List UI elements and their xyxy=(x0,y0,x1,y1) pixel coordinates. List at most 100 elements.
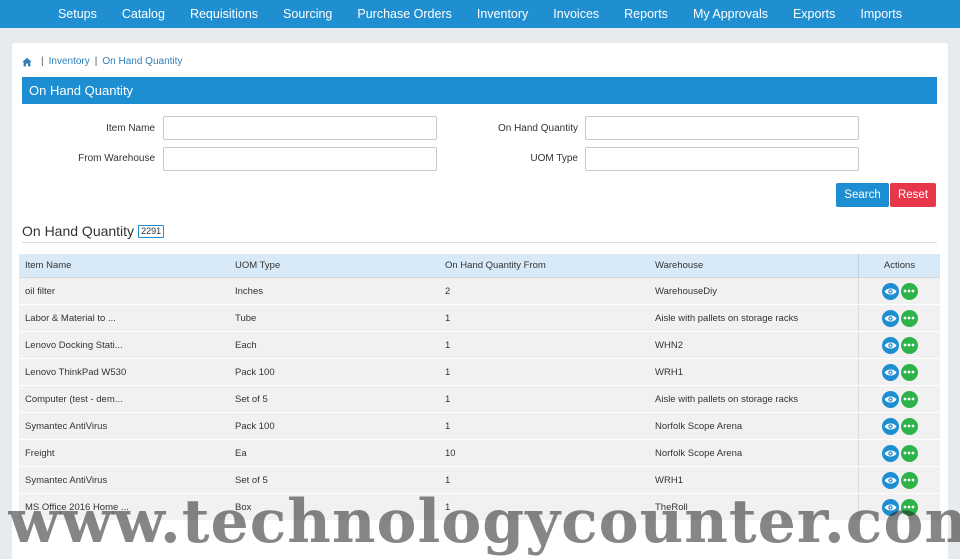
cell-item-name: oil filter xyxy=(25,285,56,297)
more-dots-icon[interactable] xyxy=(900,417,918,435)
table-row[interactable]: Labor & Material to ... Tube 1 Aisle with p… xyxy=(19,305,940,332)
cell-warehouse: Aisle with pallets on storage racks xyxy=(655,393,799,405)
list-title: On Hand Quantity 2291 xyxy=(22,223,165,239)
row-actions xyxy=(858,278,940,304)
count-badge: 2291 xyxy=(138,224,165,238)
eye-icon[interactable] xyxy=(881,417,899,435)
cell-on-hand-quantity: 1 xyxy=(445,474,451,486)
eye-icon[interactable] xyxy=(881,336,899,354)
table-row[interactable]: Symantec AntiVirus Set of 5 1 WRH1 xyxy=(19,467,940,494)
cell-uom-type: Ea xyxy=(235,447,247,459)
cell-uom-type: Inches xyxy=(235,285,263,297)
table-row[interactable]: Lenovo ThinkPad W530 Pack 100 1 WRH1 xyxy=(19,359,940,386)
eye-icon[interactable] xyxy=(881,309,899,327)
eye-icon[interactable] xyxy=(881,282,899,300)
row-actions xyxy=(858,332,940,358)
cell-warehouse: WHN2 xyxy=(655,339,683,351)
nav-my-approvals[interactable]: My Approvals xyxy=(680,7,780,21)
breadcrumb-separator: | xyxy=(41,56,44,67)
more-dots-icon[interactable] xyxy=(900,309,918,327)
breadcrumb-separator: | xyxy=(94,56,98,67)
eye-icon[interactable] xyxy=(881,363,899,381)
more-dots-icon[interactable] xyxy=(900,282,918,300)
eye-icon[interactable] xyxy=(881,444,899,462)
table-header: Item Name UOM Type On Hand Quantity From… xyxy=(19,254,940,278)
uom-type-input[interactable] xyxy=(585,147,859,171)
breadcrumb-inventory[interactable]: Inventory xyxy=(49,56,90,67)
on-hand-quantity-input[interactable] xyxy=(585,116,859,140)
reset-button[interactable]: Reset xyxy=(890,183,936,207)
cell-item-name: Computer (test - dem... xyxy=(25,393,123,405)
table-row[interactable]: Lenovo Docking Stati... Each 1 WHN2 xyxy=(19,332,940,359)
from-warehouse-input[interactable] xyxy=(163,147,437,171)
cell-uom-type: Set of 5 xyxy=(235,393,268,405)
item-name-input[interactable] xyxy=(163,116,437,140)
cell-warehouse: WRH1 xyxy=(655,474,683,486)
on-hand-table: Item Name UOM Type On Hand Quantity From… xyxy=(19,254,940,521)
cell-uom-type: Pack 100 xyxy=(235,366,275,378)
cell-item-name: Lenovo ThinkPad W530 xyxy=(25,366,127,378)
cell-on-hand-quantity: 1 xyxy=(445,339,451,351)
from-warehouse-label: From Warehouse xyxy=(78,153,155,164)
cell-warehouse: TheRoll xyxy=(655,501,688,513)
more-dots-icon[interactable] xyxy=(900,444,918,462)
table-row[interactable]: Symantec AntiVirus Pack 100 1 Norfolk Scope… xyxy=(19,413,940,440)
cell-uom-type: Box xyxy=(235,501,252,513)
cell-uom-type: Each xyxy=(235,339,257,351)
column-header: Actions xyxy=(858,254,940,277)
more-dots-icon[interactable] xyxy=(900,363,918,381)
eye-icon[interactable] xyxy=(881,390,899,408)
cell-warehouse: Norfolk Scope Arena xyxy=(655,447,743,459)
section-header: On Hand Quantity xyxy=(22,77,937,104)
nav-catalog[interactable]: Catalog xyxy=(109,7,177,21)
cell-on-hand-quantity: 1 xyxy=(445,420,451,432)
nav-inventory[interactable]: Inventory xyxy=(464,7,540,21)
nav-imports[interactable]: Imports xyxy=(848,7,915,21)
more-dots-icon[interactable] xyxy=(900,336,918,354)
cell-on-hand-quantity: 2 xyxy=(445,285,451,297)
nav-setups[interactable]: Setups xyxy=(45,7,109,21)
nav-requisitions[interactable]: Requisitions xyxy=(177,7,270,21)
more-dots-icon[interactable] xyxy=(900,390,918,408)
column-header[interactable]: UOM Type xyxy=(229,260,439,271)
row-actions xyxy=(858,494,940,520)
cell-uom-type: Pack 100 xyxy=(235,420,275,432)
item-name-label: Item Name xyxy=(106,123,155,134)
column-header[interactable]: On Hand Quantity From xyxy=(439,260,649,271)
cell-item-name: MS Office 2016 Home ... xyxy=(25,501,129,513)
row-actions xyxy=(858,386,940,412)
cell-on-hand-quantity: 1 xyxy=(445,312,451,324)
table-row[interactable]: Freight Ea 10 Norfolk Scope Arena xyxy=(19,440,940,467)
cell-item-name: Symantec AntiVirus xyxy=(25,474,108,486)
cell-item-name: Labor & Material to ... xyxy=(25,312,116,324)
row-actions xyxy=(858,440,940,466)
cell-warehouse: WRH1 xyxy=(655,366,683,378)
table-row[interactable]: oil filter Inches 2 WarehouseDiy xyxy=(19,278,940,305)
more-dots-icon[interactable] xyxy=(900,471,918,489)
table-row[interactable]: MS Office 2016 Home ... Box 1 TheRoll xyxy=(19,494,940,521)
table-body: oil filter Inches 2 WarehouseDiy Labor & Mat… xyxy=(19,278,940,521)
search-button[interactable]: Search xyxy=(836,183,889,207)
table-row[interactable]: Computer (test - dem... Set of 5 1 Aisle wi… xyxy=(19,386,940,413)
cell-warehouse: Norfolk Scope Arena xyxy=(655,420,743,432)
content-panel: | Inventory | On Hand Quantity On Hand Q… xyxy=(12,43,948,559)
nav-exports[interactable]: Exports xyxy=(780,7,847,21)
breadcrumb-current[interactable]: On Hand Quantity xyxy=(102,56,182,67)
cell-item-name: Symantec AntiVirus xyxy=(25,420,108,432)
cell-uom-type: Tube xyxy=(235,312,257,324)
nav-purchase-orders[interactable]: Purchase Orders xyxy=(345,7,464,21)
on-hand-quantity-label: On Hand Quantity xyxy=(497,123,578,134)
nav-invoices[interactable]: Invoices xyxy=(541,7,612,21)
nav-sourcing[interactable]: Sourcing xyxy=(271,7,345,21)
more-dots-icon[interactable] xyxy=(900,498,918,516)
home-icon[interactable] xyxy=(22,57,32,67)
column-header[interactable]: Item Name xyxy=(19,260,229,271)
eye-icon[interactable] xyxy=(881,471,899,489)
divider xyxy=(22,242,937,243)
column-header[interactable]: Warehouse xyxy=(649,260,858,271)
row-actions xyxy=(858,413,940,439)
nav-reports[interactable]: Reports xyxy=(612,7,681,21)
row-actions xyxy=(858,467,940,493)
eye-icon[interactable] xyxy=(881,498,899,516)
cell-item-name: Freight xyxy=(25,447,55,459)
